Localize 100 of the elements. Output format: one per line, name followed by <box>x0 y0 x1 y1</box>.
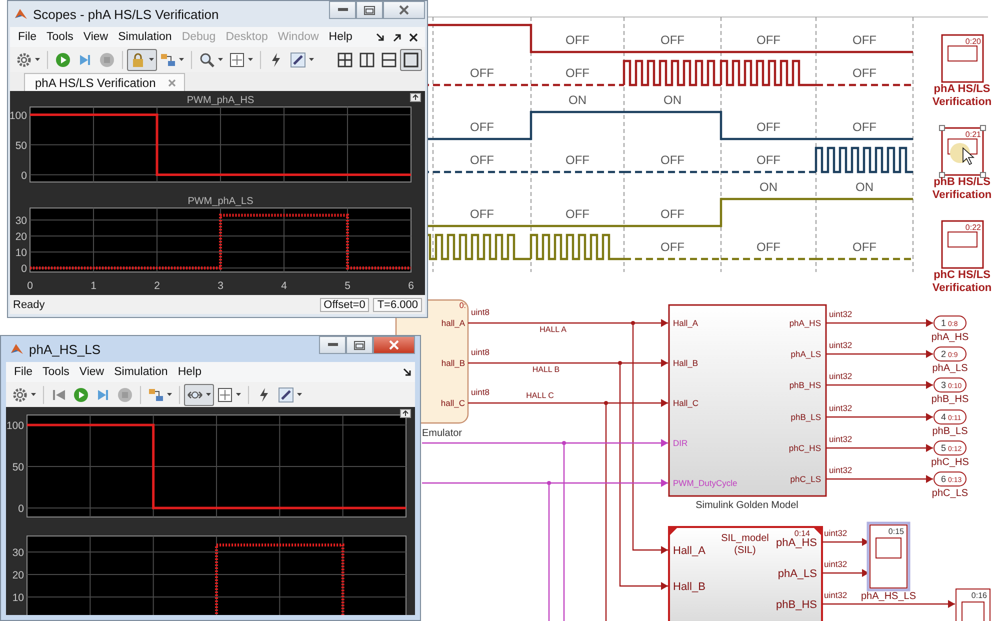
port-label: phB_HS <box>931 394 969 405</box>
status-text: Ready <box>13 298 45 310</box>
state-label: ON <box>664 93 682 107</box>
state-label: OFF <box>470 207 494 221</box>
data-type-label: uint32 <box>829 403 852 413</box>
minimize-button[interactable] <box>319 336 346 354</box>
pencil-icon <box>290 52 306 68</box>
tick-label: 6 <box>408 280 414 292</box>
padlock-icon <box>130 52 146 68</box>
dock-arrow-icon[interactable] <box>376 32 385 42</box>
minimize-icon <box>338 8 348 12</box>
status-field: T=6.000 <box>373 298 422 312</box>
close-icon[interactable] <box>409 32 418 42</box>
dock-arrow-icon[interactable] <box>403 368 412 376</box>
menu-item[interactable]: Tools <box>42 31 78 43</box>
outport-block[interactable] <box>934 316 966 330</box>
block-title: SIL_model (SIL) <box>721 533 769 556</box>
state-label: OFF <box>660 240 684 254</box>
stop-icon <box>99 52 115 68</box>
state-label: OFF <box>660 33 684 47</box>
junction-dot <box>618 361 622 365</box>
state-label: OFF <box>470 153 494 167</box>
scope-block[interactable] <box>956 588 990 621</box>
caret-icon <box>206 393 211 396</box>
outport-block[interactable] <box>934 440 966 456</box>
zoom-x-button[interactable] <box>184 384 214 406</box>
tab[interactable]: phA HS/LS Verification <box>24 73 185 91</box>
caret-icon <box>218 58 223 61</box>
tick-label: 2 <box>154 280 160 292</box>
close-button[interactable] <box>383 1 425 19</box>
menu-item[interactable]: Simulation <box>113 31 177 43</box>
maximize-button[interactable] <box>356 1 383 19</box>
port-number: 1 <box>941 318 946 328</box>
outport-block[interactable] <box>934 378 966 392</box>
window-title: phA_HS_LS <box>29 342 102 356</box>
port-label: phB_LS <box>932 426 968 437</box>
blocks-icon <box>148 386 164 402</box>
fit-icon <box>229 52 245 68</box>
port-label: phC_LS <box>790 474 821 484</box>
caret-icon <box>31 393 36 396</box>
data-type-label: uint32 <box>829 309 852 319</box>
fit-icon <box>217 386 233 402</box>
menu-item[interactable]: Tools <box>38 366 74 378</box>
blocks-icon <box>160 52 176 68</box>
tick-label: 30 <box>12 547 24 559</box>
menu-item[interactable]: File <box>13 31 42 43</box>
junction-dot <box>562 441 566 445</box>
menu-item[interactable]: View <box>74 366 110 378</box>
close-icon <box>389 340 399 350</box>
single-layout-button[interactable] <box>400 48 422 70</box>
app-logo-icon <box>10 342 24 356</box>
maximize-button[interactable] <box>346 336 373 354</box>
data-type-label: uint32 <box>829 465 852 475</box>
port-label: Hall_B <box>673 581 706 593</box>
subsystem-block[interactable] <box>668 304 827 497</box>
padlock-button[interactable] <box>127 48 157 70</box>
scope-block[interactable] <box>866 522 910 592</box>
status-field: Offset=0 <box>320 298 370 312</box>
caret-icon <box>167 393 172 396</box>
port-label: phC_HS <box>931 457 969 468</box>
menu-item[interactable]: Help <box>172 366 206 378</box>
tick-label: 1 <box>90 280 96 292</box>
data-type-label: uint8 <box>471 347 490 357</box>
menu-item[interactable]: Help <box>324 31 358 43</box>
minimize-button[interactable] <box>329 1 356 19</box>
outport-block[interactable] <box>934 346 966 362</box>
state-label: ON <box>568 93 586 107</box>
minimize-icon <box>328 343 338 347</box>
port-label: Hall_C <box>673 398 699 408</box>
sil-block[interactable] <box>668 526 823 621</box>
port-label: phB_LS <box>790 412 821 422</box>
signal-line <box>822 569 869 577</box>
menu-item[interactable]: File <box>9 366 38 378</box>
menu-item[interactable]: View <box>78 31 114 43</box>
zoom-icon <box>199 52 215 68</box>
data-type-label: uint32 <box>829 340 852 350</box>
scope-block[interactable] <box>941 220 984 269</box>
outport-block[interactable] <box>934 410 966 424</box>
menu-item[interactable]: Simulation <box>109 366 173 378</box>
state-label: OFF <box>852 66 876 80</box>
data-type-label: uint8 <box>471 387 490 397</box>
block-label: phB HS/LS Verification <box>932 176 992 201</box>
sample-time-label: 0:16 <box>971 591 987 600</box>
sample-time-label: 0:14 <box>794 529 810 538</box>
tick-label: 50 <box>15 140 27 152</box>
block-label: phA_HS_LS <box>860 591 916 602</box>
port-label: phA_HS <box>789 318 821 328</box>
state-label: OFF <box>756 153 780 167</box>
port-label: phC_HS <box>788 443 821 453</box>
outport-block[interactable] <box>934 472 966 486</box>
scope-block[interactable] <box>941 34 984 83</box>
port-label: phB_HS <box>776 599 817 611</box>
undock-arrow-icon[interactable] <box>393 32 402 42</box>
port-label: phA_HS <box>931 332 969 343</box>
port-label: phC_LS <box>932 488 968 499</box>
port-label: phA_HS <box>776 537 817 549</box>
close-button[interactable] <box>373 336 415 354</box>
state-label: OFF <box>566 207 590 221</box>
port-label: phB_HS <box>789 380 821 390</box>
port-label: Hall_A <box>673 318 698 328</box>
